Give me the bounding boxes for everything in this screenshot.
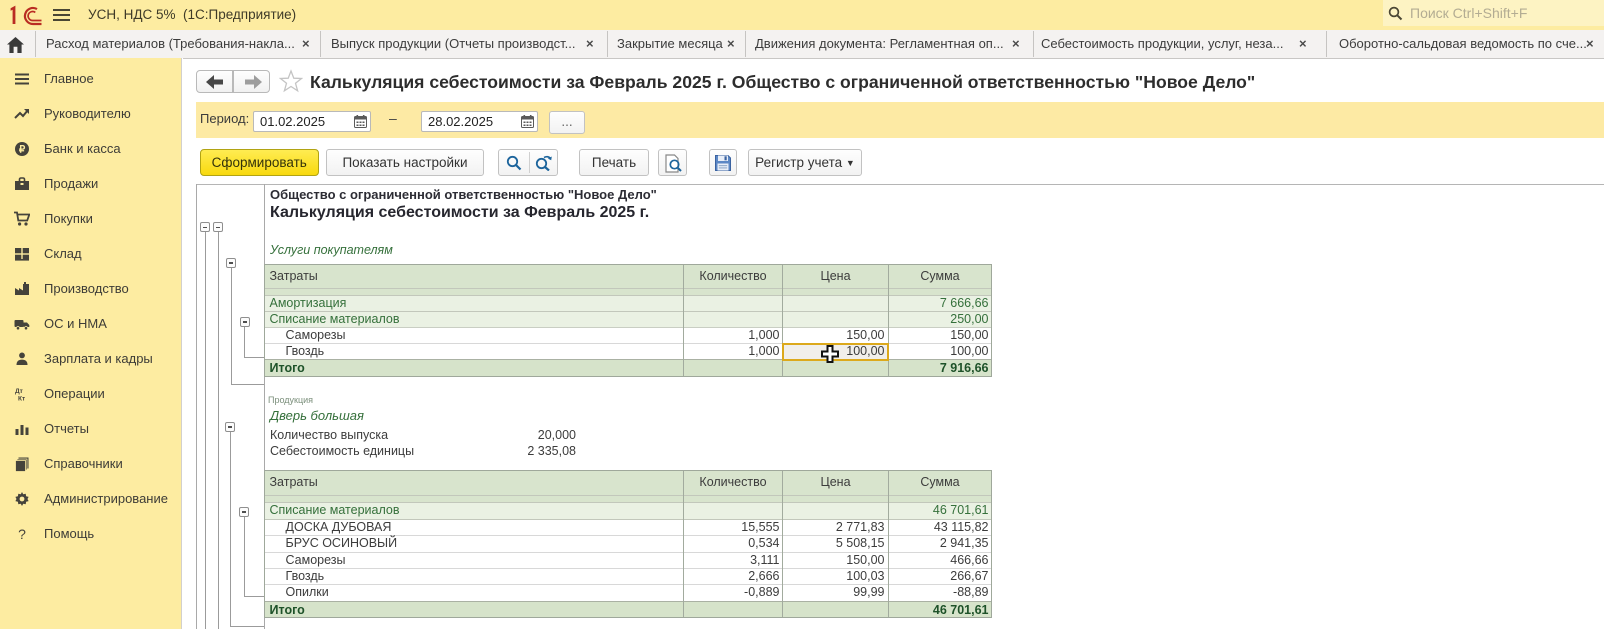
svg-text:Дт: Дт: [15, 388, 23, 395]
svg-text:?: ?: [18, 526, 26, 542]
svg-text:Кт: Кт: [18, 396, 25, 403]
svg-text:₽: ₽: [19, 145, 26, 156]
